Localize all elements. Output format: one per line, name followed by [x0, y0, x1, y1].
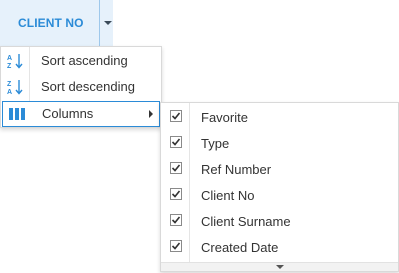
columns-submenu: Favorite Type Ref Number Client No Clien… — [160, 102, 399, 272]
menu-item-label: Sort descending — [41, 79, 135, 94]
chevron-right-icon — [149, 110, 153, 118]
checkbox[interactable] — [170, 136, 182, 148]
column-header-title: CLIENT NO — [18, 16, 84, 30]
sort-ascending-icon: A Z — [7, 53, 25, 70]
checkbox[interactable] — [170, 188, 182, 200]
svg-text:A: A — [7, 89, 12, 95]
menu-item-sort-descending[interactable]: Z A Sort descending — [1, 74, 161, 100]
column-toggle-client-no[interactable]: Client No — [161, 182, 398, 208]
column-toggle-type[interactable]: Type — [161, 130, 398, 156]
checkbox[interactable] — [170, 110, 182, 122]
column-toggle-ref-number[interactable]: Ref Number — [161, 156, 398, 182]
svg-text:A: A — [7, 55, 12, 62]
column-header-client-no[interactable]: CLIENT NO — [0, 0, 113, 46]
menu-item-columns[interactable]: Columns — [2, 101, 160, 127]
menu-item-label: Columns — [42, 106, 94, 121]
column-menu: A Z Sort ascending Z A Sort descending C… — [0, 46, 162, 128]
column-toggle-client-surname[interactable]: Client Surname — [161, 208, 398, 234]
checkbox[interactable] — [170, 240, 182, 252]
column-toggle-label: Type — [201, 136, 230, 151]
svg-text:Z: Z — [7, 63, 12, 69]
column-menu-button[interactable] — [99, 0, 113, 46]
scroll-down-button[interactable] — [161, 262, 398, 271]
chevron-down-icon — [276, 265, 284, 269]
svg-text:Z: Z — [7, 81, 12, 88]
column-toggle-label: Client No — [201, 188, 255, 203]
checkbox[interactable] — [170, 214, 182, 226]
column-toggle-label: Created Date — [201, 240, 279, 255]
column-toggle-favorite[interactable]: Favorite — [161, 104, 398, 130]
chevron-down-icon — [104, 21, 112, 25]
columns-icon — [8, 106, 26, 122]
menu-item-label: Sort ascending — [41, 53, 128, 68]
menu-item-sort-ascending[interactable]: A Z Sort ascending — [1, 48, 161, 74]
column-toggle-created-date[interactable]: Created Date — [161, 234, 398, 260]
sort-descending-icon: Z A — [7, 79, 25, 96]
column-toggle-label: Favorite — [201, 110, 248, 125]
checkbox[interactable] — [170, 162, 182, 174]
column-toggle-label: Client Surname — [201, 214, 291, 229]
column-toggle-label: Ref Number — [201, 162, 272, 177]
